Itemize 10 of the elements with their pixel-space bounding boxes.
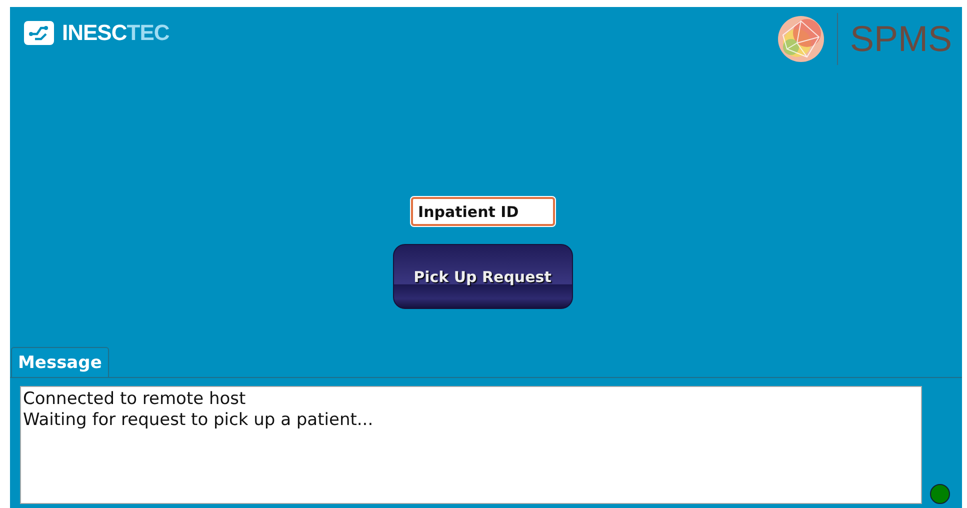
logo-text: SPMS — [836, 13, 952, 65]
log-line: Waiting for request to pick up a patient... — [23, 410, 374, 431]
globe-logo-icon — [776, 15, 825, 63]
inpatient-id-field[interactable]: Inpatient ID — [411, 197, 555, 226]
logo-text: INESC — [62, 20, 127, 46]
message-tab[interactable]: Message — [11, 347, 109, 377]
log-line: Connected to remote host — [23, 389, 247, 410]
pick-up-request-button[interactable]: Pick Up Request — [392, 244, 572, 309]
logo-text: TEC — [126, 20, 170, 46]
logo-icon — [23, 20, 55, 46]
